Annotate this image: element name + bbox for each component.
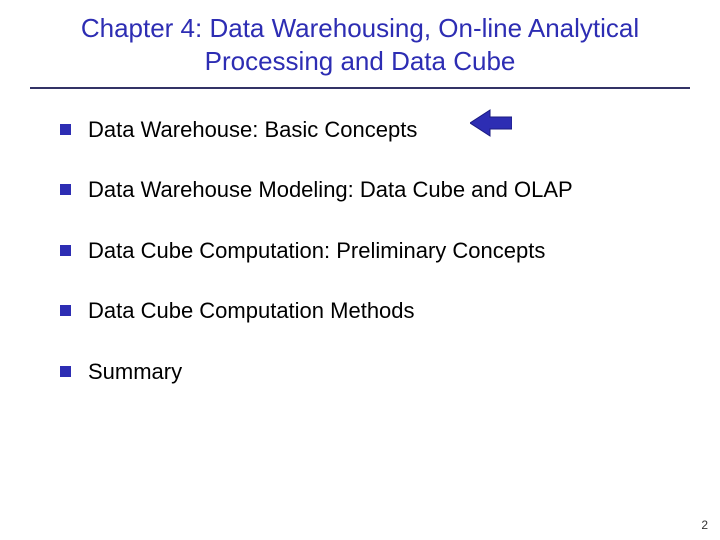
list-item: Data Warehouse: Basic Concepts	[60, 117, 696, 143]
list-item-label: Summary	[88, 359, 182, 384]
list-item: Data Cube Computation Methods	[60, 298, 696, 324]
list-item-label: Data Cube Computation: Preliminary Conce…	[88, 238, 545, 263]
square-bullet-icon	[60, 245, 71, 256]
outline-list: Data Warehouse: Basic Concepts Data Ware…	[24, 117, 696, 385]
square-bullet-icon	[60, 305, 71, 316]
square-bullet-icon	[60, 366, 71, 377]
title-underline	[30, 87, 690, 89]
list-item-label: Data Cube Computation Methods	[88, 298, 415, 323]
slide: Chapter 4: Data Warehousing, On-line Ana…	[0, 0, 720, 540]
list-item-label: Data Warehouse Modeling: Data Cube and O…	[88, 177, 573, 202]
arrow-left-icon	[470, 110, 512, 136]
pointer-arrow-icon	[470, 108, 512, 138]
list-item: Data Warehouse Modeling: Data Cube and O…	[60, 177, 696, 203]
list-item: Summary	[60, 359, 696, 385]
list-item: Data Cube Computation: Preliminary Conce…	[60, 238, 696, 264]
list-item-label: Data Warehouse: Basic Concepts	[88, 117, 417, 142]
slide-title: Chapter 4: Data Warehousing, On-line Ana…	[24, 12, 696, 81]
page-number: 2	[701, 518, 708, 532]
square-bullet-icon	[60, 184, 71, 195]
square-bullet-icon	[60, 124, 71, 135]
